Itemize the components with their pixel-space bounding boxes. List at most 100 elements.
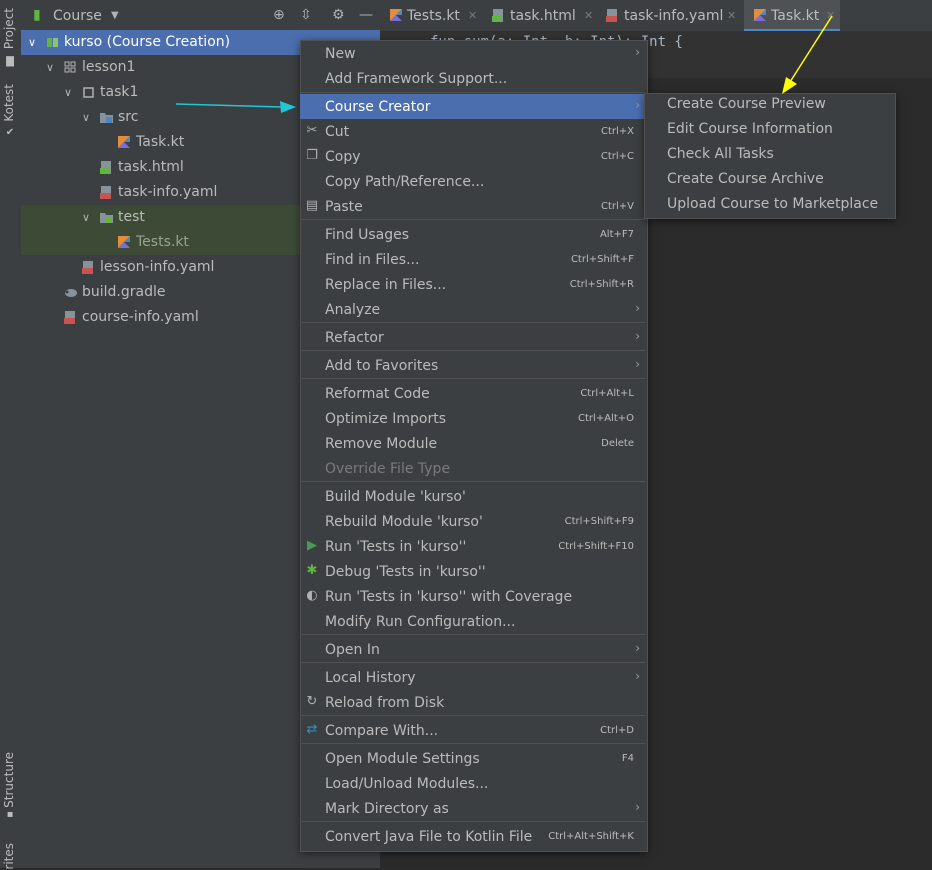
menu-item-find-in-files[interactable]: Find in Files... Ctrl+Shift+F: [300, 247, 646, 272]
menu-item-shortcut: Ctrl+Shift+F10: [558, 541, 634, 552]
menu-item-label: Override File Type: [325, 461, 451, 477]
menu-item-cut[interactable]: ✂ Cut Ctrl+X: [300, 119, 646, 144]
menu-item-reload-from-disk[interactable]: ↻ Reload from Disk: [300, 690, 646, 715]
menu-item-build-module-kurso[interactable]: Build Module 'kurso': [300, 484, 646, 509]
structure-tool-tab[interactable]: Structure: [2, 752, 16, 808]
menu-item-optimize-imports[interactable]: Optimize Imports Ctrl+Alt+O: [300, 406, 646, 431]
menu-item-remove-module[interactable]: Remove Module Delete: [300, 431, 646, 456]
paste-icon: ▤: [305, 198, 319, 213]
menu-item-load-unload-modules[interactable]: Load/Unload Modules...: [300, 771, 646, 796]
test-folder-icon: [100, 213, 113, 223]
menu-item-edit-course-information[interactable]: Edit Course Information: [645, 117, 893, 142]
menu-item-shortcut: Ctrl+D: [600, 725, 634, 736]
menu-item-modify-run-configuration[interactable]: Modify Run Configuration...: [300, 609, 646, 634]
chevron-down-icon[interactable]: ∨: [64, 86, 72, 99]
copy-icon: ❐: [306, 148, 318, 163]
menu-item-label: Open In: [325, 642, 380, 658]
tree-label: task.html: [118, 159, 184, 175]
menu-item-shortcut: Ctrl+X: [600, 126, 634, 137]
chevron-down-icon[interactable]: ∨: [28, 36, 36, 49]
chevron-down-icon[interactable]: ∨: [82, 111, 90, 124]
task-icon: [83, 87, 94, 98]
menu-item-upload-course-to-marketplace[interactable]: Upload Course to Marketplace: [645, 192, 893, 217]
menu-item-label: Cut: [325, 124, 350, 140]
chevron-right-icon: ›: [635, 45, 640, 59]
menu-item-paste[interactable]: ▤ Paste Ctrl+V: [300, 194, 646, 219]
menu-item-replace-in-files[interactable]: Replace in Files... Ctrl+Shift+R: [300, 272, 646, 297]
tree-label: test: [118, 209, 145, 225]
close-icon[interactable]: ✕: [584, 9, 593, 22]
collapse-all-icon[interactable]: ⇳: [300, 7, 312, 23]
tab-task-info-yaml[interactable]: task-info.yaml ✕: [602, 0, 742, 31]
menu-item-run-tests-in-kurso[interactable]: ▶ Run 'Tests in 'kurso'' Ctrl+Shift+F10: [300, 534, 646, 559]
menu-item-shortcut: Ctrl+Shift+R: [569, 279, 634, 290]
menu-item-shortcut: Ctrl+Shift+F: [570, 254, 634, 265]
menu-separator: [301, 821, 645, 822]
tree-label: Tests.kt: [136, 234, 189, 250]
project-view-selector[interactable]: Course: [53, 8, 102, 24]
kotest-tool-tab[interactable]: Kotest: [2, 84, 16, 122]
tab-tests-kt[interactable]: Tests.kt ✕: [380, 0, 484, 31]
menu-item-new[interactable]: New ›: [300, 41, 646, 66]
close-icon[interactable]: ✕: [826, 9, 835, 22]
debug-icon: ✱: [306, 563, 318, 578]
menu-item-label: Run 'Tests in 'kurso'' with Coverage: [325, 589, 573, 605]
menu-item-shortcut: F4: [621, 753, 634, 764]
menu-item-label: Upload Course to Marketplace: [667, 196, 879, 212]
menu-item-rebuild-module-kurso[interactable]: Rebuild Module 'kurso' Ctrl+Shift+F9: [300, 509, 646, 534]
project-tool-tab[interactable]: Project: [2, 8, 16, 49]
hide-icon[interactable]: —: [359, 7, 373, 23]
menu-item-reformat-code[interactable]: Reformat Code Ctrl+Alt+L: [300, 381, 646, 406]
menu-item-create-course-archive[interactable]: Create Course Archive: [645, 167, 893, 192]
menu-item-open-in[interactable]: Open In ›: [300, 637, 646, 662]
menu-item-copy-path-reference[interactable]: Copy Path/Reference...: [300, 169, 646, 194]
menu-item-analyze[interactable]: Analyze ›: [300, 297, 646, 322]
chevron-down-icon[interactable]: ∨: [46, 61, 54, 74]
menu-item-label: Analyze: [325, 302, 381, 318]
menu-item-override-file-type: Override File Type: [300, 456, 646, 481]
tab-task-html[interactable]: task.html ✕: [484, 0, 602, 31]
close-icon[interactable]: ✕: [727, 9, 736, 22]
menu-item-run-tests-in-kurso-with-coverage[interactable]: ◐ Run 'Tests in 'kurso'' with Coverage: [300, 584, 646, 609]
gear-icon[interactable]: ⚙: [332, 7, 345, 23]
chevron-down-icon[interactable]: ∨: [82, 211, 90, 224]
menu-item-label: Reload from Disk: [325, 695, 445, 711]
locate-icon[interactable]: ⊕: [273, 7, 285, 23]
menu-item-refactor[interactable]: Refactor ›: [300, 325, 646, 350]
menu-item-find-usages[interactable]: Find Usages Alt+F7: [300, 222, 646, 247]
menu-separator: [301, 715, 645, 716]
structure-icon: ▪: [6, 809, 14, 820]
menu-item-local-history[interactable]: Local History ›: [300, 665, 646, 690]
close-icon[interactable]: ✕: [468, 9, 477, 22]
course-icon: [47, 38, 58, 47]
chevron-right-icon: ›: [635, 669, 640, 683]
menu-separator: [301, 662, 645, 663]
menu-item-course-creator[interactable]: Course Creator ›: [300, 94, 646, 119]
chevron-down-icon[interactable]: ▼: [111, 10, 119, 21]
course-icon: ▮: [33, 7, 41, 23]
tab-label: Task.kt: [771, 8, 820, 24]
menu-item-add-framework-support[interactable]: Add Framework Support...: [300, 66, 646, 91]
compare-icon: ⇄: [306, 722, 318, 737]
menu-item-add-to-favorites[interactable]: Add to Favorites ›: [300, 353, 646, 378]
menu-separator: [301, 219, 645, 220]
menu-item-mark-directory-as[interactable]: Mark Directory as ›: [300, 796, 646, 821]
menu-item-label: Convert Java File to Kotlin File: [325, 829, 533, 845]
favorites-tool-tab[interactable]: rites: [2, 843, 16, 870]
menu-item-check-all-tasks[interactable]: Check All Tasks: [645, 142, 893, 167]
project-panel-header: ▮ Course ▼ ⊕ ⇳ ⚙ —: [21, 0, 380, 32]
menu-item-open-module-settings[interactable]: Open Module Settings F4: [300, 746, 646, 771]
menu-item-label: Refactor: [325, 330, 384, 346]
menu-item-label: Optimize Imports: [325, 411, 446, 427]
menu-item-create-course-preview[interactable]: Create Course Preview: [645, 92, 893, 117]
menu-item-convert-java-file-to-kotlin-file[interactable]: Convert Java File to Kotlin File Ctrl+Alt…: [300, 824, 646, 849]
menu-item-debug-tests-in-kurso[interactable]: ✱ Debug 'Tests in 'kurso'': [300, 559, 646, 584]
menu-item-compare-with[interactable]: ⇄ Compare With... Ctrl+D: [300, 718, 646, 743]
menu-item-label: Create Course Archive: [667, 171, 824, 187]
menu-separator: [301, 481, 645, 482]
tab-task-kt[interactable]: Task.kt ✕: [744, 0, 840, 31]
menu-item-label: Course Creator: [325, 99, 431, 115]
chevron-right-icon: ›: [635, 98, 640, 112]
menu-item-copy[interactable]: ❐ Copy Ctrl+C: [300, 144, 646, 169]
kotest-icon: ✔: [5, 127, 15, 138]
